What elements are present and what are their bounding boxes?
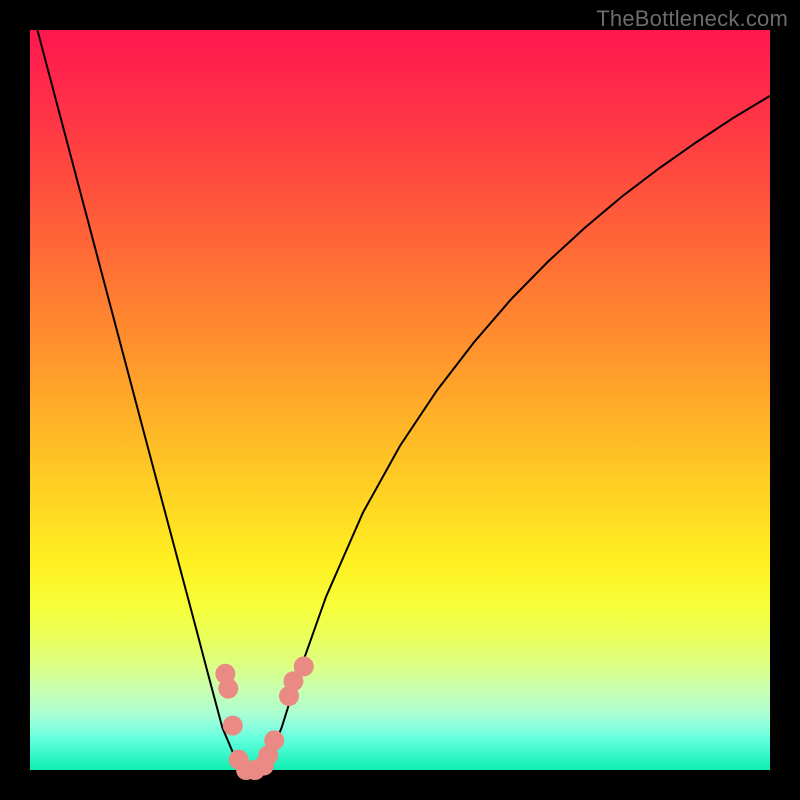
data-marker <box>294 656 314 676</box>
bottleneck-curve <box>37 30 770 770</box>
data-marker <box>264 730 284 750</box>
watermark-text: TheBottleneck.com <box>596 6 788 32</box>
chart-svg <box>30 30 770 770</box>
data-marker <box>223 716 243 736</box>
marker-group <box>215 656 313 780</box>
data-marker <box>218 679 238 699</box>
